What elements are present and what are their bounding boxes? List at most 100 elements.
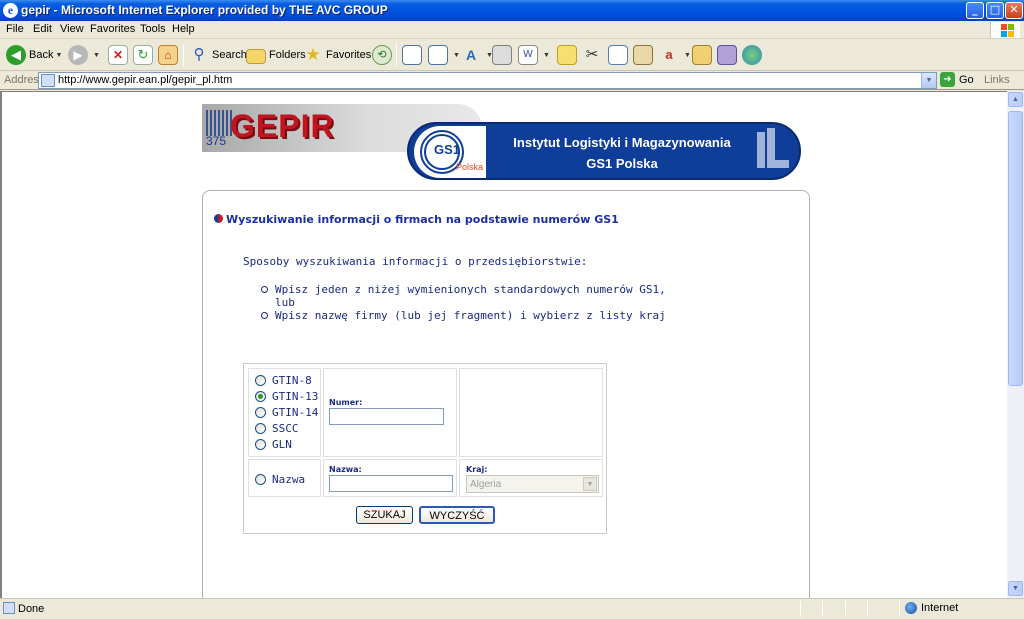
- heading-bullet-icon: [214, 214, 223, 223]
- scroll-thumb[interactable]: [1008, 111, 1023, 386]
- radio-gtin-13[interactable]: GTIN-13: [255, 390, 318, 403]
- paste-icon: [633, 45, 653, 65]
- nazwa-input[interactable]: [329, 475, 453, 492]
- gs1-logo-text: GS1: [434, 142, 461, 157]
- tools-button[interactable]: [717, 43, 740, 67]
- radio-button[interactable]: [255, 391, 266, 402]
- font-size-icon: A: [465, 47, 477, 63]
- numer-input[interactable]: [329, 408, 444, 425]
- forward-dropdown-icon[interactable]: ▼: [93, 52, 100, 59]
- print-button[interactable]: [492, 43, 515, 67]
- list-item: Wpisz nazwę firmy (lub jej fragment) i w…: [261, 309, 666, 322]
- print-preview-button[interactable]: [402, 43, 425, 67]
- close-button[interactable]: ✕: [1005, 2, 1023, 19]
- back-button[interactable]: ◀ Back ▼: [6, 43, 62, 67]
- scroll-down-icon[interactable]: ▼: [1008, 581, 1023, 596]
- edit-button[interactable]: W ▼: [518, 43, 550, 67]
- search-button[interactable]: SZUKAJ: [356, 506, 413, 524]
- folder-icon: [246, 48, 266, 64]
- folders-label: Folders: [269, 49, 306, 61]
- circle-bullet-icon: [261, 312, 268, 319]
- stop-button[interactable]: ✕: [108, 43, 131, 67]
- address-url[interactable]: http://www.gepir.ean.pl/gepir_pl.htm: [58, 74, 232, 86]
- scissors-icon: ✂: [585, 46, 599, 63]
- chevron-down-icon[interactable]: ▼: [583, 477, 597, 491]
- clear-button[interactable]: WYCZYŚĆ: [419, 506, 495, 524]
- window-title: gepir - Microsoft Internet Explorer prov…: [21, 3, 388, 17]
- radio-gtin-14[interactable]: GTIN-14: [255, 406, 318, 419]
- mail-icon: [428, 45, 448, 65]
- go-button[interactable]: ➜ Go: [940, 72, 974, 87]
- folders-button[interactable]: Folders: [246, 43, 306, 67]
- mail-dropdown-icon[interactable]: ▼: [453, 52, 460, 59]
- translate-dropdown-icon[interactable]: ▼: [684, 52, 691, 59]
- radio-button[interactable]: [255, 423, 266, 434]
- radio-button[interactable]: [255, 439, 266, 450]
- back-dropdown-icon[interactable]: ▼: [55, 52, 62, 59]
- list-item: lub: [261, 296, 666, 309]
- toolbar: ◀ Back ▼ ▶ ▼ ✕ ↻ ⌂ ⚲ Search Folders ★ Fa…: [0, 39, 1024, 71]
- edit-dropdown-icon[interactable]: ▼: [543, 52, 550, 59]
- address-dropdown-icon[interactable]: ▼: [921, 73, 936, 88]
- paste-button[interactable]: [633, 43, 656, 67]
- forward-button[interactable]: ▶ ▼: [68, 43, 100, 67]
- address-input[interactable]: http://www.gepir.ean.pl/gepir_pl.htm ▼: [38, 72, 937, 89]
- radio-sscc[interactable]: SSCC: [255, 422, 299, 435]
- favorites-button[interactable]: ★ Favorites: [303, 43, 371, 67]
- radio-label: GLN: [272, 438, 292, 451]
- radio-nazwa[interactable]: Nazwa: [255, 473, 305, 486]
- scroll-up-icon[interactable]: ▲: [1008, 92, 1023, 107]
- menu-file[interactable]: File: [6, 23, 24, 35]
- kraj-select[interactable]: Algeria ▼: [466, 475, 599, 493]
- radio-label: GTIN-14: [272, 406, 319, 419]
- cut-button[interactable]: ✂: [582, 43, 605, 67]
- radio-gtin-8[interactable]: GTIN-8: [255, 374, 312, 387]
- messenger-button[interactable]: [742, 43, 765, 67]
- radio-label: Nazwa: [272, 473, 306, 486]
- menu-edit[interactable]: Edit: [33, 23, 52, 35]
- note-button[interactable]: [557, 43, 580, 67]
- maximize-button[interactable]: □: [986, 2, 1004, 19]
- menu-help[interactable]: Help: [172, 23, 195, 35]
- favorites-star-icon: ★: [305, 45, 321, 64]
- empty-cell: [459, 368, 603, 457]
- copy-button[interactable]: [608, 43, 631, 67]
- status-text: Done: [18, 603, 45, 615]
- menu-tools[interactable]: Tools: [140, 23, 166, 35]
- search-panel: Wyszukiwanie informacji o firmach na pod…: [202, 190, 810, 598]
- history-button[interactable]: ⟲: [372, 43, 395, 67]
- address-bar: Address http://www.gepir.ean.pl/gepir_pl…: [0, 71, 1024, 90]
- gs1-country-text: Polska: [456, 162, 484, 172]
- minimize-button[interactable]: _: [966, 2, 984, 19]
- vertical-scrollbar[interactable]: ▲ ▼: [1007, 91, 1024, 598]
- status-bar: Done Internet: [0, 598, 1024, 619]
- history-icon: ⟲: [372, 45, 392, 65]
- intro-text: Sposoby wyszukiwania informacji o przeds…: [243, 255, 588, 268]
- links-button[interactable]: Links: [984, 74, 1010, 86]
- institute-line-1: Instytut Logistyki i Magazynowania: [513, 135, 731, 150]
- research-button[interactable]: [692, 43, 715, 67]
- search-label: Search: [212, 49, 247, 61]
- list-item-text: Wpisz nazwę firmy (lub jej fragment) i w…: [275, 309, 666, 322]
- radio-button[interactable]: [255, 375, 266, 386]
- radio-button[interactable]: [255, 474, 266, 485]
- list-item: Wpisz jeden z niżej wymienionych standar…: [261, 283, 666, 296]
- radio-button[interactable]: [255, 407, 266, 418]
- menu-bar: File Edit View Favorites Tools Help: [0, 21, 1024, 39]
- instructions-list: Wpisz jeden z niżej wymienionych standar…: [261, 283, 666, 322]
- refresh-button[interactable]: ↻: [133, 43, 156, 67]
- go-arrow-icon: ➜: [940, 72, 955, 87]
- translate-icon: a: [665, 47, 673, 62]
- translate-button[interactable]: a ▼: [659, 43, 691, 67]
- size-button[interactable]: A ▼: [461, 43, 493, 67]
- menu-view[interactable]: View: [60, 23, 84, 35]
- stop-icon: ✕: [108, 45, 128, 65]
- mail-button[interactable]: ▼: [428, 43, 460, 67]
- menu-favorites[interactable]: Favorites: [90, 23, 135, 35]
- radio-gln[interactable]: GLN: [255, 438, 292, 451]
- list-item-text: Wpisz jeden z niżej wymienionych standar…: [275, 283, 666, 296]
- home-button[interactable]: ⌂: [158, 43, 181, 67]
- page-status-icon: [3, 602, 15, 614]
- search-button[interactable]: ⚲ Search: [189, 43, 247, 67]
- word-icon: W: [518, 45, 538, 65]
